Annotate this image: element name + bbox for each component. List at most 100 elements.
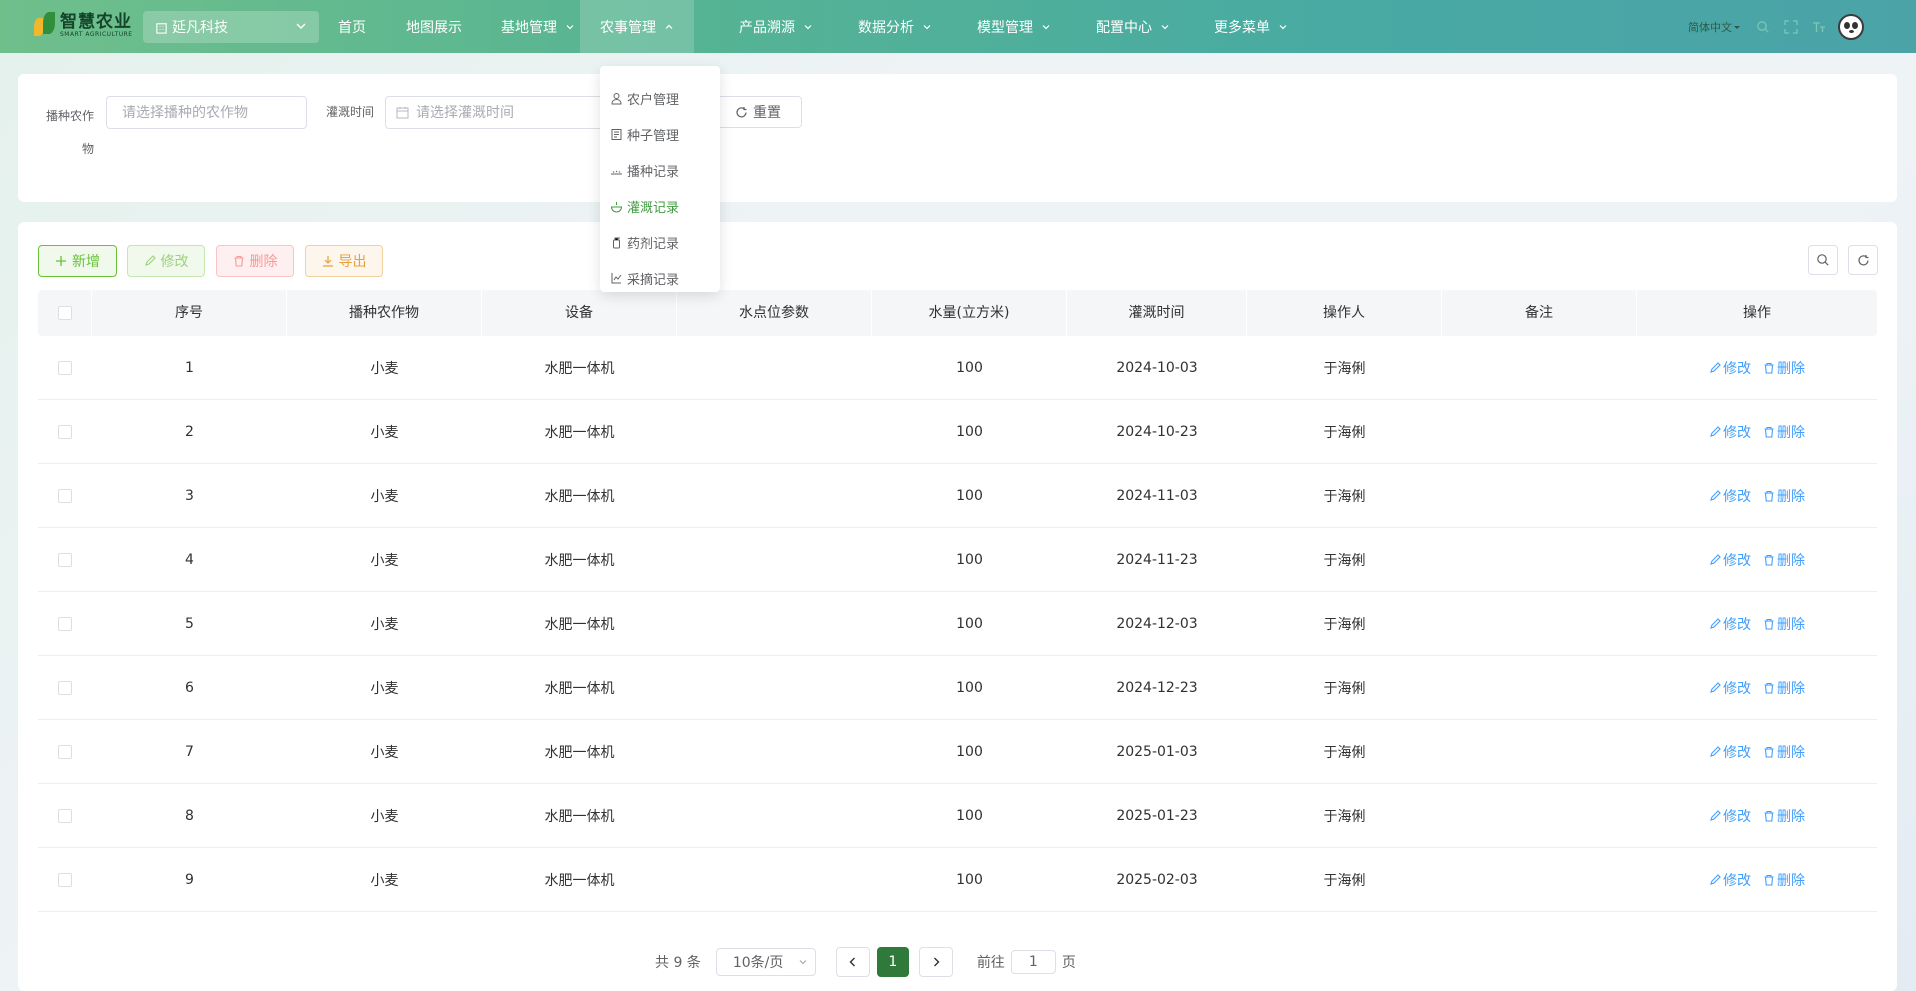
select-all-checkbox[interactable]	[57, 306, 72, 320]
page-number-current[interactable]: 1	[876, 947, 909, 977]
trash-icon	[1764, 554, 1774, 566]
pencil-icon	[1710, 873, 1721, 885]
row-delete-button[interactable]: 删除	[1763, 614, 1805, 634]
language-label: 简体中文	[1688, 20, 1732, 34]
prev-page-button[interactable]	[835, 947, 870, 977]
fullscreen-icon[interactable]	[1784, 19, 1798, 34]
row-edit-button[interactable]: 修改	[1709, 742, 1751, 762]
crop-filter-field[interactable]	[122, 104, 306, 121]
nav-item-base[interactable]: 基地管理	[501, 0, 575, 53]
cell-device: 水肥一体机	[544, 680, 615, 697]
row-edit-button[interactable]: 修改	[1709, 486, 1751, 506]
row-checkbox-cell[interactable]	[38, 616, 92, 632]
nav-item-traceability[interactable]: 产品溯源	[739, 0, 813, 53]
row-checkbox[interactable]	[58, 552, 72, 567]
row-checkbox[interactable]	[58, 680, 72, 695]
row-checkbox[interactable]	[58, 488, 72, 503]
row-delete-button[interactable]: 删除	[1763, 806, 1805, 826]
font-size-icon[interactable]	[1812, 20, 1826, 34]
table-row: 8 小麦 水肥一体机 100 2025-01-23 于海俐 修改 删除	[38, 784, 1877, 848]
export-label: 导出	[338, 254, 367, 270]
export-button[interactable]: 导出	[305, 245, 383, 277]
time-filter-field[interactable]	[416, 104, 604, 121]
cell-crop: 小麦	[370, 424, 399, 441]
next-page-button[interactable]	[918, 947, 953, 977]
row-delete-button[interactable]: 删除	[1763, 870, 1805, 890]
row-delete-button[interactable]: 删除	[1763, 550, 1805, 570]
table-search-button[interactable]	[1808, 245, 1838, 275]
row-delete-button[interactable]: 删除	[1763, 358, 1805, 378]
row-edit-button[interactable]: 修改	[1709, 678, 1751, 698]
row-delete-button[interactable]: 删除	[1763, 422, 1805, 442]
cell-time: 2024-12-03	[1116, 615, 1198, 632]
table-refresh-button[interactable]	[1848, 245, 1878, 275]
chevron-down-icon	[566, 24, 574, 29]
avatar[interactable]	[1838, 13, 1864, 40]
row-delete-label: 删除	[1777, 680, 1805, 697]
row-edit-button[interactable]: 修改	[1709, 806, 1751, 826]
trash-icon	[234, 255, 243, 267]
row-checkbox-cell[interactable]	[38, 808, 92, 824]
menu-item-seeds[interactable]: 种子管理	[600, 116, 720, 152]
cell-device: 水肥一体机	[544, 360, 615, 377]
cell-crop: 小麦	[370, 488, 399, 505]
user-icon	[611, 92, 622, 104]
row-checkbox-cell[interactable]	[38, 360, 92, 376]
row-checkbox[interactable]	[58, 808, 72, 823]
time-filter-input[interactable]	[385, 96, 605, 129]
menu-item-harvest[interactable]: 采摘记录	[600, 260, 720, 296]
search-icon[interactable]	[1756, 20, 1770, 34]
menu-item-pesticide[interactable]: 药剂记录	[600, 224, 720, 260]
row-delete-button[interactable]: 删除	[1763, 742, 1805, 762]
row-edit-button[interactable]: 修改	[1709, 550, 1751, 570]
crop-filter-input[interactable]	[106, 96, 307, 129]
row-checkbox-cell[interactable]	[38, 488, 92, 504]
row-checkbox-cell[interactable]	[38, 680, 92, 696]
row-edit-button[interactable]: 修改	[1709, 422, 1751, 442]
edit-button[interactable]: 修改	[127, 245, 205, 277]
nav-item-home[interactable]: 首页	[338, 0, 366, 53]
nav-item-map[interactable]: 地图展示	[406, 0, 462, 53]
header-select-all[interactable]	[38, 290, 92, 336]
pencil-icon	[1710, 489, 1721, 501]
row-edit-button[interactable]: 修改	[1709, 614, 1751, 634]
add-button[interactable]: 新增	[38, 245, 117, 277]
menu-item-farmers[interactable]: 农户管理	[600, 80, 720, 116]
reset-button[interactable]: 重置	[714, 96, 802, 128]
row-checkbox-cell[interactable]	[38, 424, 92, 440]
reset-label: 重置	[753, 105, 781, 121]
row-checkbox[interactable]	[58, 424, 72, 439]
row-checkbox-cell[interactable]	[38, 872, 92, 888]
cell-time: 2024-12-23	[1116, 679, 1198, 696]
row-checkbox[interactable]	[58, 360, 72, 375]
menu-item-sowing[interactable]: 播种记录	[600, 152, 720, 188]
pencil-icon	[1710, 617, 1721, 629]
row-edit-button[interactable]: 修改	[1709, 870, 1751, 890]
add-label: 新增	[72, 254, 100, 270]
nav-item-models[interactable]: 模型管理	[977, 0, 1051, 53]
goto-page-input[interactable]: 1	[1010, 950, 1056, 974]
row-checkbox[interactable]	[58, 616, 72, 631]
page-size-select[interactable]: 10条/页	[715, 948, 816, 976]
language-selector[interactable]: 简体中文	[1688, 19, 1742, 35]
seed-icon	[611, 128, 622, 140]
header-cell: 序号	[92, 290, 287, 336]
menu-item-label: 灌溉记录	[627, 200, 680, 216]
menu-item-irrigation[interactable]: 灌溉记录	[600, 188, 720, 224]
row-checkbox-cell[interactable]	[38, 552, 92, 568]
row-checkbox[interactable]	[58, 744, 72, 759]
nav-item-config[interactable]: 配置中心	[1096, 0, 1170, 53]
row-delete-button[interactable]: 删除	[1763, 678, 1805, 698]
row-delete-label: 删除	[1777, 488, 1805, 505]
refresh-icon	[1857, 254, 1869, 265]
download-icon	[322, 256, 333, 267]
nav-item-farming[interactable]: 农事管理	[580, 0, 694, 53]
row-delete-button[interactable]: 删除	[1763, 486, 1805, 506]
row-edit-button[interactable]: 修改	[1709, 358, 1751, 378]
delete-button[interactable]: 删除	[216, 245, 294, 277]
nav-item-analytics[interactable]: 数据分析	[858, 0, 932, 53]
chevron-right-icon	[933, 957, 940, 967]
nav-item-more[interactable]: 更多菜单	[1214, 0, 1288, 53]
row-checkbox[interactable]	[58, 872, 72, 887]
row-checkbox-cell[interactable]	[38, 744, 92, 760]
